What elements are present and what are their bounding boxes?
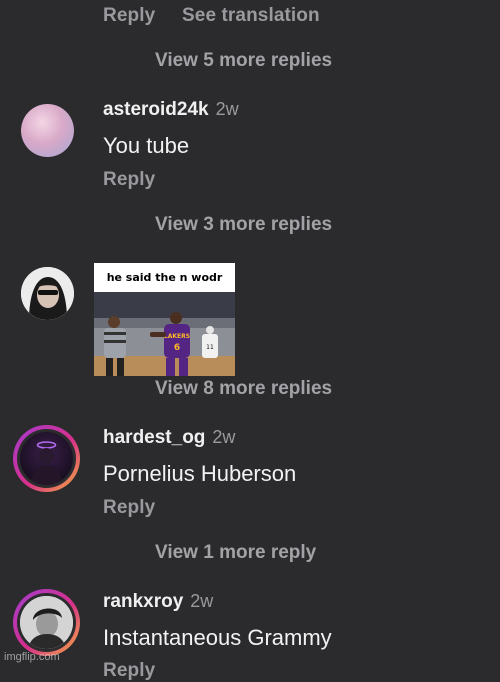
avatar[interactable] — [21, 267, 74, 320]
comment-header: hardest_og 2w — [103, 427, 235, 449]
svg-text:LAKERS: LAKERS — [164, 333, 190, 340]
halo-figure-icon — [30, 441, 63, 485]
username[interactable]: hardest_og — [103, 427, 205, 448]
comment-header: asteroid24k 2w — [103, 99, 239, 121]
story-ring[interactable] — [13, 589, 80, 656]
see-translation-button[interactable]: See translation — [182, 5, 320, 27]
story-ring-gap — [17, 593, 76, 652]
username[interactable]: asteroid24k — [103, 99, 209, 120]
basketball-photo: LAKERS 6 11 — [94, 292, 235, 376]
timestamp: 2w — [215, 99, 239, 119]
reply-button[interactable]: Reply — [103, 497, 155, 519]
avatar[interactable] — [20, 432, 73, 485]
comment-text: Pornelius Huberson — [103, 461, 297, 486]
meme-caption: he said the n wodr — [106, 271, 223, 284]
avatar[interactable] — [21, 104, 74, 157]
comment-text: You tube — [103, 133, 190, 158]
view-more-replies-button[interactable]: View 1 more reply — [155, 542, 316, 564]
reply-button[interactable]: Reply — [103, 169, 155, 191]
username[interactable]: rankxroy — [103, 591, 183, 612]
reply-button[interactable]: Reply — [103, 5, 155, 27]
reply-button[interactable]: Reply — [103, 660, 155, 682]
story-ring[interactable] — [13, 425, 80, 492]
svg-text:11: 11 — [206, 344, 214, 351]
view-more-replies-button[interactable]: View 5 more replies — [155, 50, 332, 72]
timestamp: 2w — [212, 427, 236, 447]
meme-image[interactable]: he said the n wodr LAKERS 6 11 — [94, 263, 235, 376]
view-more-replies-button[interactable]: View 8 more replies — [155, 378, 332, 400]
svg-text:6: 6 — [174, 343, 180, 353]
comment-text: Instantaneous Grammy — [103, 625, 332, 650]
portrait-icon — [20, 596, 73, 649]
watermark: imgflip.com — [4, 651, 60, 663]
avatar[interactable] — [20, 596, 73, 649]
timestamp: 2w — [190, 591, 214, 611]
portrait-icon — [21, 267, 74, 320]
story-ring-gap — [17, 429, 76, 488]
comment-header: rankxroy 2w — [103, 591, 213, 613]
view-more-replies-button[interactable]: View 3 more replies — [155, 214, 332, 236]
